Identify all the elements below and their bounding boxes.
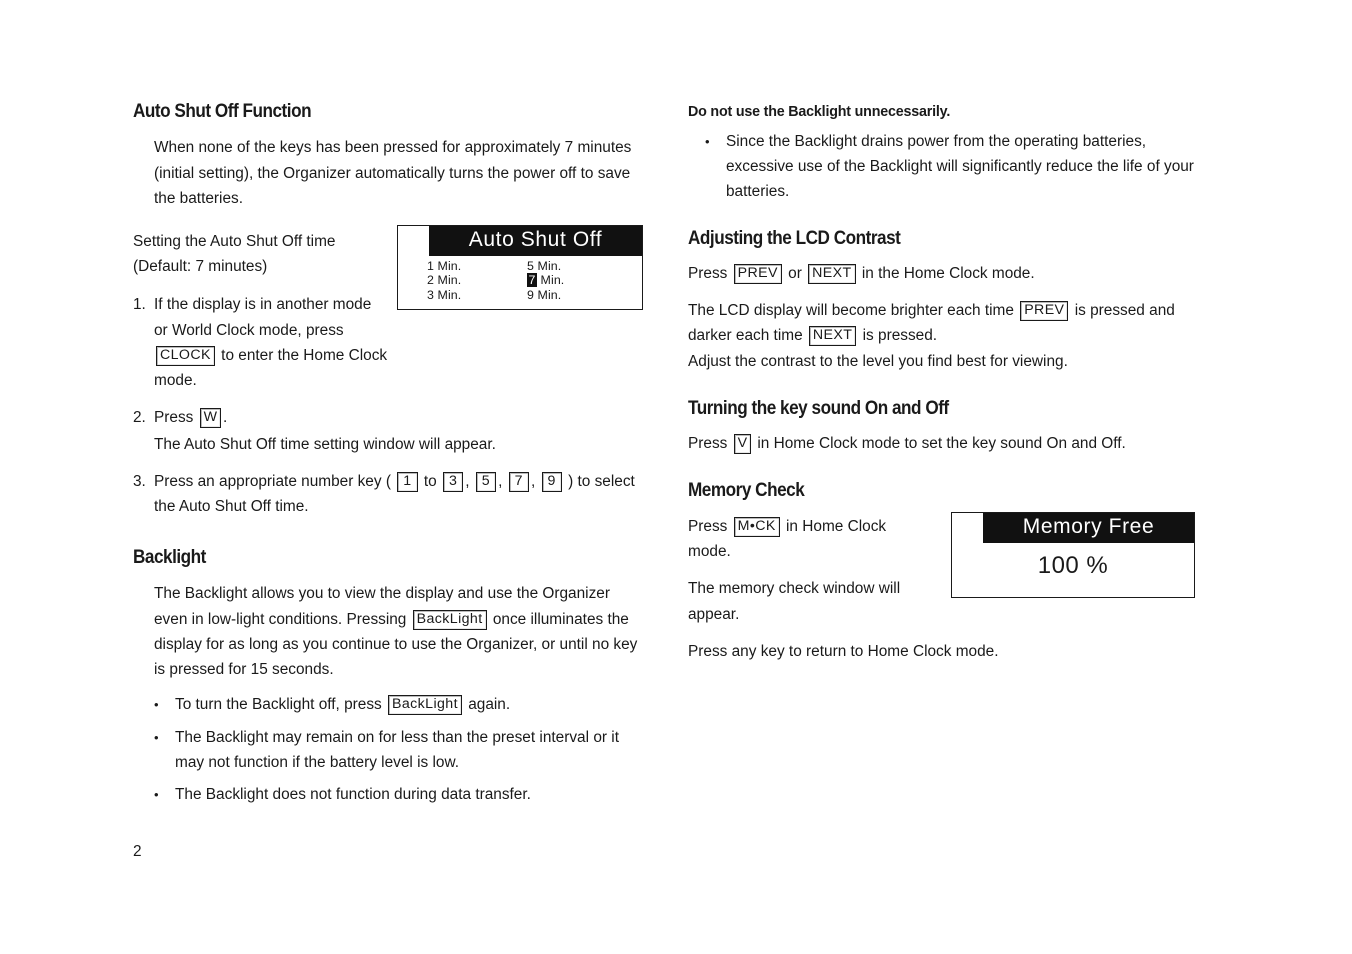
key-backlight-2[interactable]: BackLight: [388, 695, 462, 716]
key-prev-2[interactable]: PREV: [1020, 301, 1069, 322]
step-2-body: Press W.: [154, 405, 645, 430]
backlight-bullet-1-text-a: To turn the Backlight off, press: [175, 696, 387, 714]
key-sound-text-a: Press: [688, 435, 732, 453]
contrast-line1-a: Press: [688, 265, 732, 283]
paragraph-backlight: The Backlight allows you to view the dis…: [154, 581, 640, 682]
paragraph-memory-check-line2: The memory check window will appear.: [688, 580, 901, 623]
contrast-line2-c: is pressed.: [858, 327, 938, 345]
heading-backlight: Backlight: [133, 546, 206, 569]
heading-memory-check: Memory Check: [688, 479, 805, 502]
step-1-text-a: If the display is in another mode or Wor…: [154, 296, 372, 339]
paragraph-contrast-line2: The LCD display will become brighter eac…: [688, 298, 1200, 348]
contrast-line1-mid: or: [783, 265, 807, 283]
option-1-min[interactable]: 1 Min.: [427, 259, 527, 274]
bullet-icon: •: [705, 134, 710, 149]
option-5-min-label: 5 Min.: [527, 258, 562, 273]
key-prev[interactable]: PREV: [733, 264, 782, 285]
key-w[interactable]: W: [199, 408, 222, 429]
option-9-min-label: 9 Min.: [527, 287, 562, 302]
key-3[interactable]: 3: [442, 471, 464, 492]
paragraph-auto-shut-off-intro: When none of the keys has been pressed f…: [154, 139, 632, 207]
auto-shut-off-options-right: 5 Min. 7 Min. 9 Min.: [527, 259, 627, 303]
option-3-min[interactable]: 3 Min.: [427, 288, 527, 303]
heading-adjusting-lcd-contrast: Adjusting the LCD Contrast: [688, 226, 901, 249]
step-2-text-b: .: [223, 409, 228, 427]
lcd-memory-free-title: Memory Free: [983, 513, 1194, 543]
heading-auto-shut-off-function: Auto Shut Off Function: [133, 100, 312, 122]
step-1-marker: 1.: [133, 296, 146, 314]
bullet-icon: •: [154, 697, 159, 713]
lcd-memory-free-window: Memory Free 100 %: [951, 512, 1195, 598]
list-item-step-2: 2. Press W.: [133, 405, 645, 430]
memory-check-text-a: Press: [688, 517, 732, 535]
step-3-text-a: Press an appropriate number key (: [154, 472, 396, 490]
list-item-step-3: 3. Press an appropriate number key ( 1 t…: [133, 469, 645, 519]
bullet-icon: •: [154, 786, 159, 802]
lcd-memory-free-value: 100 %: [1037, 551, 1109, 579]
option-9-min[interactable]: 9 Min.: [527, 288, 627, 303]
selected-value-highlight: 7: [527, 273, 537, 288]
backlight-bullet-2-text: The Backlight may remain on for less tha…: [175, 728, 619, 771]
backlight-bullet-3-text: The Backlight does not function during d…: [175, 785, 531, 803]
key-1[interactable]: 1: [397, 471, 418, 492]
step-2-text-a: Press: [154, 409, 198, 427]
lcd-auto-shut-off-window: Auto Shut Off 1 Min. 2 Min. 3 Min. 5 Min…: [397, 225, 643, 310]
key-clock[interactable]: CLOCK: [156, 345, 215, 366]
lcd-auto-shut-off-body: 1 Min. 2 Min. 3 Min. 5 Min. 7 Min. 9 Min…: [398, 256, 642, 303]
step-3-marker: 3.: [133, 472, 146, 490]
key-next-2[interactable]: NEXT: [808, 326, 857, 347]
step-3-comma-2: ,: [498, 472, 507, 490]
key-mck[interactable]: M•CK: [733, 516, 780, 537]
step-3-comma-1: ,: [465, 472, 474, 490]
step-2-marker: 2.: [133, 409, 146, 427]
notice-bullet-text: Since the Backlight drains power from th…: [726, 133, 1194, 201]
auto-shut-off-options-left: 1 Min. 2 Min. 3 Min.: [427, 259, 527, 303]
list-item-backlight-bullet-3: • The Backlight does not function during…: [154, 782, 646, 807]
list-item-notice-bullet: • Since the Backlight drains power from …: [705, 129, 1195, 205]
list-item-backlight-bullet-1: • To turn the Backlight off, press BackL…: [154, 692, 644, 717]
contrast-line2-a: The LCD display will become brighter eac…: [688, 302, 1019, 320]
option-2-min[interactable]: 2 Min.: [427, 273, 527, 288]
paragraph-contrast-line1: Press PREV or NEXT in the Home Clock mod…: [688, 261, 1200, 286]
key-v[interactable]: V: [733, 434, 752, 455]
auto-shut-off-options: 1 Min. 2 Min. 3 Min. 5 Min. 7 Min. 9 Min…: [398, 258, 642, 303]
backlight-bullet-1-body: To turn the Backlight off, press BackLig…: [175, 692, 644, 717]
list-item-backlight-bullet-2: • The Backlight may remain on for less t…: [154, 725, 646, 775]
contrast-line1-b: in the Home Clock mode.: [857, 265, 1035, 283]
option-7-min-label: Min.: [537, 273, 565, 288]
paragraph-memory-check-line1: Press M•CK in Home Clock mode.: [688, 514, 902, 564]
paragraph-contrast-line3: Adjust the contrast to the level you fin…: [688, 352, 1068, 370]
paragraph-memory-check-line3: Press any key to return to Home Clock mo…: [688, 642, 999, 660]
list-item-step-1: 1. If the display is in another mode or …: [133, 292, 388, 393]
bullet-icon: •: [154, 729, 159, 745]
backlight-bullet-1-text-b: again.: [463, 696, 511, 714]
document-page: Auto Shut Off Function When none of the …: [0, 0, 1352, 954]
heading-do-not-use-backlight: Do not use the Backlight unnecessarily.: [688, 103, 951, 120]
left-column: Auto Shut Off Function When none of the …: [133, 100, 645, 807]
option-7-min-selected[interactable]: 7 Min.: [527, 273, 627, 288]
key-5[interactable]: 5: [475, 471, 497, 492]
page-number: 2: [133, 843, 142, 860]
key-next[interactable]: NEXT: [808, 264, 856, 285]
step-1-body: If the display is in another mode or Wor…: [154, 292, 388, 393]
heading-key-sound: Turning the key sound On and Off: [688, 396, 949, 419]
step-3-body: Press an appropriate number key ( 1 to 3…: [154, 469, 645, 519]
paragraph-key-sound: Press V in Home Clock mode to set the ke…: [688, 431, 1200, 456]
step-3-comma-3: ,: [530, 472, 540, 490]
step-2-note: The Auto Shut Off time setting window wi…: [154, 436, 496, 454]
key-backlight[interactable]: BackLight: [412, 609, 487, 630]
step-3-joiner-to: to: [419, 472, 441, 490]
key-sound-text-b: in Home Clock mode to set the key sound …: [753, 435, 1126, 453]
key-9[interactable]: 9: [541, 471, 562, 492]
option-5-min[interactable]: 5 Min.: [527, 259, 627, 274]
key-7[interactable]: 7: [508, 471, 529, 492]
lcd-auto-shut-off-title: Auto Shut Off: [429, 226, 642, 256]
